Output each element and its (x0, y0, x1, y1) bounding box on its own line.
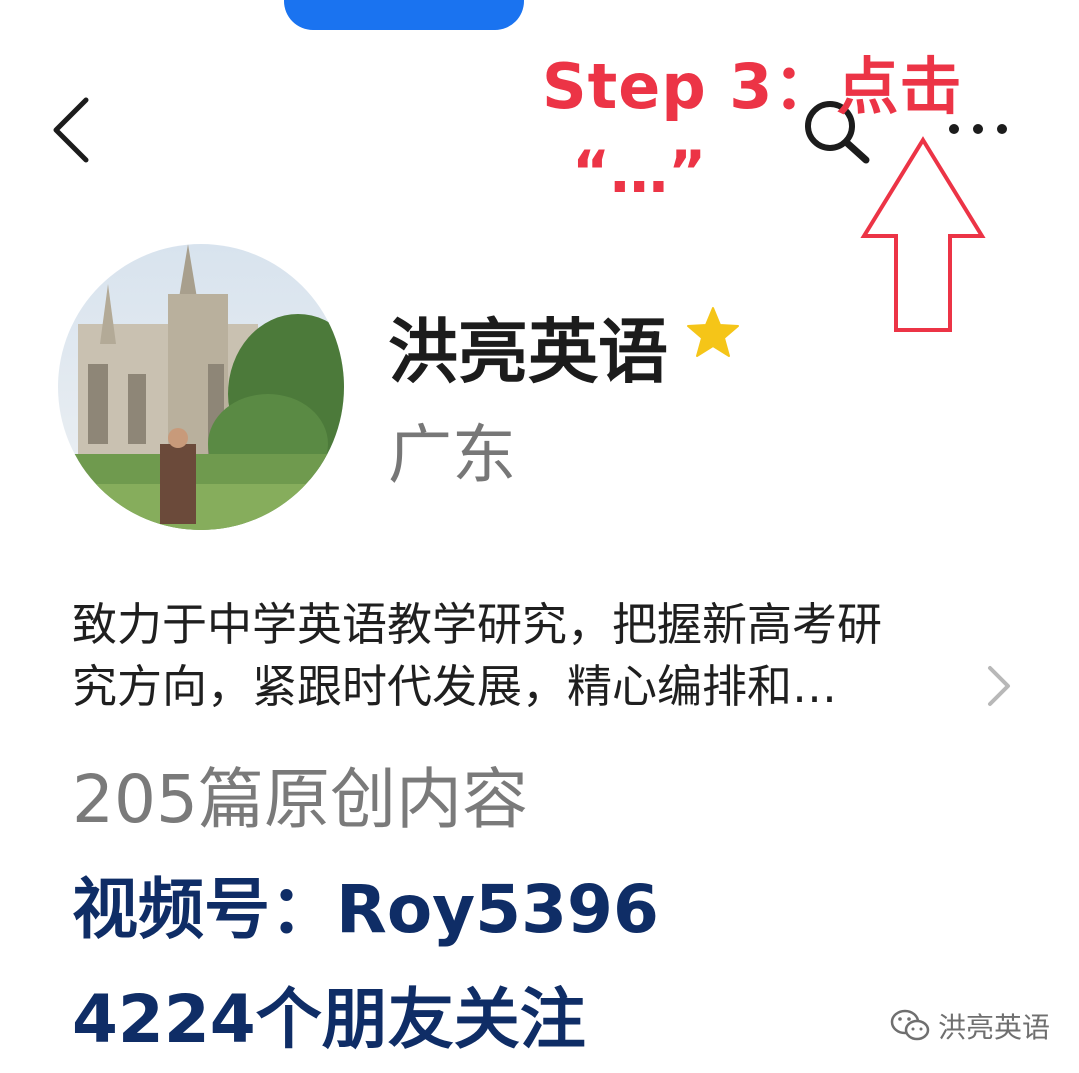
account-name: 洪亮英语 (388, 311, 668, 393)
up-arrow-annotation (860, 136, 986, 332)
account-description[interactable]: 致力于中学英语教学研究，把握新高考研 究方向，紧跟时代发展，精心编排和… (72, 594, 992, 718)
watermark: 洪亮英语 (890, 1006, 1050, 1046)
original-articles-count[interactable]: 205篇原创内容 (72, 746, 528, 842)
annotation-step-title: Step 3：点击 (542, 50, 963, 123)
avatar[interactable] (58, 244, 344, 530)
status-bar-icons (545, 0, 1015, 10)
annotation-step-subtitle: “…” (572, 138, 707, 206)
chevron-right-icon[interactable] (984, 664, 1014, 708)
account-region: 广东 (388, 419, 516, 493)
followers-count: 4224个朋友关注 (72, 981, 586, 1058)
watermark-text: 洪亮英语 (938, 1011, 1051, 1044)
wechat-icon (890, 1009, 930, 1041)
video-channel-id: 视频号：Roy5396 (72, 871, 659, 948)
status-pill (284, 0, 524, 30)
description-line-1: 致力于中学英语教学研究，把握新高考研 (72, 598, 883, 651)
avatar-photo (58, 244, 344, 530)
description-line-2: 究方向，紧跟时代发展，精心编排和… (72, 660, 838, 713)
back-icon[interactable] (50, 96, 92, 164)
star-icon (687, 307, 739, 357)
